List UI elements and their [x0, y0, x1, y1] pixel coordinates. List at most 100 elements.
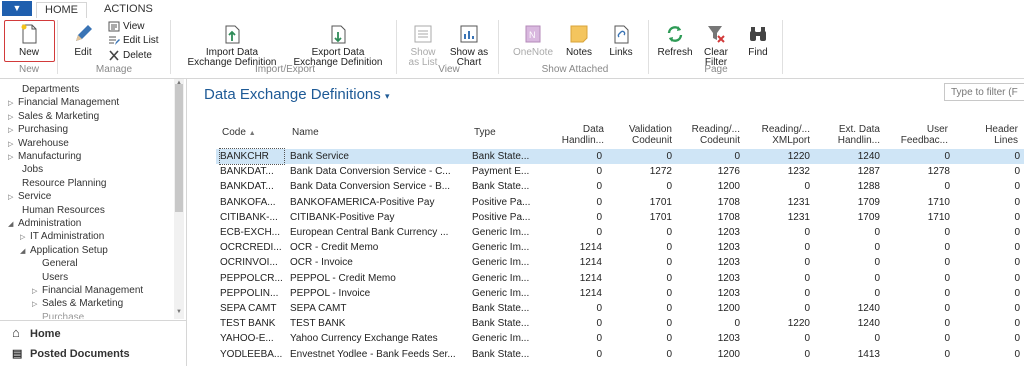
- edit-list-icon: [109, 36, 120, 45]
- nav-item[interactable]: ▷ Financial Management: [8, 96, 119, 109]
- expand-arrow-icon[interactable]: ▷: [20, 231, 30, 244]
- show-as-list-button[interactable]: Show as List: [404, 23, 442, 68]
- import-icon: [225, 25, 240, 44]
- links-button[interactable]: Links: [604, 23, 638, 58]
- refresh-button[interactable]: Refresh: [654, 23, 696, 58]
- edit-list-button[interactable]: Edit List: [108, 34, 159, 47]
- cell-rx: 0: [804, 287, 810, 299]
- nav-scrollbar-thumb[interactable]: [175, 84, 183, 212]
- table-row[interactable]: PEPPOLCR... PEPPOL - Credit Memo Generic I…: [216, 271, 1024, 286]
- expand-arrow-icon[interactable]: ▷: [8, 191, 18, 204]
- show-as-chart-button[interactable]: Show as Chart: [446, 23, 492, 68]
- nav-item[interactable]: ◢ Application Setup: [20, 244, 108, 257]
- nav-item[interactable]: ▷ Purchasing: [8, 123, 68, 136]
- column-header-header-lines[interactable]: Header Lines: [968, 124, 1018, 146]
- table-row[interactable]: TEST BANK TEST BANK Bank State... 0 0 0 1220 12…: [216, 316, 1024, 331]
- table-row[interactable]: SEPA CAMT SEPA CAMT Bank State... 0 0 1200 0 12…: [216, 301, 1024, 316]
- edit-button[interactable]: Edit: [66, 23, 100, 58]
- cell-code: PEPPOLIN...: [220, 287, 279, 299]
- nav-item[interactable]: Users: [32, 271, 68, 284]
- table-row[interactable]: ECB-EXCH... European Central Bank Currenc…: [216, 225, 1024, 240]
- nav-item[interactable]: Purchase: [32, 311, 84, 319]
- expand-arrow-icon[interactable]: ▷: [32, 298, 42, 311]
- expand-arrow-icon[interactable]: ▷: [8, 138, 18, 151]
- new-label: New: [18, 47, 39, 58]
- table-row[interactable]: YODLEEBA... Envestnet Yodlee - Bank Feeds…: [216, 347, 1024, 362]
- app-menu-button[interactable]: ▼: [2, 1, 32, 16]
- nav-item[interactable]: ▷ Manufacturing: [8, 150, 81, 163]
- cell-uf: 1710: [927, 196, 950, 208]
- import-data-exchange-button[interactable]: Import Data Exchange Definition: [180, 23, 284, 68]
- tab-actions[interactable]: ACTIONS: [96, 2, 161, 18]
- scroll-down-arrow-icon[interactable]: ▼: [176, 309, 182, 315]
- list-icon: [414, 25, 432, 43]
- cell-type: Generic Im...: [472, 272, 530, 284]
- column-header-validation-codeunit[interactable]: Validation Codeunit: [610, 124, 672, 146]
- column-header-reading-xmlport[interactable]: Reading/... XMLport: [746, 124, 810, 146]
- nav-item[interactable]: ◢ Administration: [8, 217, 81, 230]
- nav-item[interactable]: ▷ Sales & Marketing: [8, 110, 99, 123]
- scroll-up-arrow-icon[interactable]: ▲: [176, 80, 182, 86]
- clear-filter-button[interactable]: Clear Filter: [698, 23, 734, 68]
- delete-button[interactable]: Delete: [108, 49, 152, 62]
- header-text: Code: [222, 127, 246, 138]
- cell-rc: 1276: [717, 166, 740, 178]
- column-header-data-handling[interactable]: Data Handlin...: [540, 124, 604, 146]
- find-button[interactable]: Find: [740, 23, 776, 58]
- column-header-ext-data-handling[interactable]: Ext. Data Handlin...: [818, 124, 880, 146]
- column-header-code[interactable]: Code ▲: [222, 127, 256, 139]
- table-row[interactable]: PEPPOLIN... PEPPOL - Invoice Generic Im...…: [216, 286, 1024, 301]
- expand-arrow-icon[interactable]: ◢: [20, 245, 30, 258]
- cell-rx: 0: [804, 303, 810, 314]
- cell-ext: 1709: [857, 211, 880, 223]
- nav-item[interactable]: ▷ Financial Management: [32, 284, 143, 297]
- expand-arrow-icon[interactable]: ▷: [8, 124, 18, 137]
- page-title[interactable]: Data Exchange Definitions ▾: [204, 86, 389, 103]
- cell-rc: 1203: [717, 257, 740, 269]
- refresh-icon: [667, 26, 683, 42]
- expand-arrow-icon[interactable]: ▷: [8, 97, 18, 110]
- column-header-reading-codeunit[interactable]: Reading/... Codeunit: [678, 124, 740, 146]
- nav-item[interactable]: Departments: [8, 83, 79, 96]
- nav-item[interactable]: ▷ Service: [8, 190, 51, 203]
- expand-arrow-icon[interactable]: ◢: [8, 218, 18, 231]
- table-row[interactable]: OCRINVOI... OCR - Invoice Generic Im... 121…: [216, 255, 1024, 270]
- nav-item[interactable]: Human Resources: [8, 204, 105, 217]
- table-row[interactable]: CITIBANK-... CITIBANK-Positive Pay Positiv…: [216, 210, 1024, 225]
- nav-item[interactable]: ▷ Warehouse: [8, 137, 69, 150]
- table-row[interactable]: YAHOO-E... Yahoo Currency Exchange Rates G…: [216, 331, 1024, 346]
- cell-code: BANKCHR: [219, 148, 285, 165]
- cell-uf: 0: [944, 181, 950, 193]
- onenote-button[interactable]: N OneNote: [508, 23, 558, 58]
- view-button[interactable]: View: [108, 20, 145, 33]
- table-row[interactable]: BANKDAT... Bank Data Conversion Service -…: [216, 164, 1024, 179]
- nav-item[interactable]: Resource Planning: [8, 177, 107, 190]
- export-data-exchange-button[interactable]: Export Data Exchange Definition: [286, 23, 390, 68]
- table-row[interactable]: BANKCHR Bank Service Bank State... 0 0 0 1220 1…: [216, 148, 1024, 165]
- header-text: Handlin...: [561, 135, 604, 146]
- new-button[interactable]: New: [8, 23, 50, 58]
- nav-item[interactable]: Jobs: [8, 163, 43, 176]
- nav-item[interactable]: ▷ Sales & Marketing: [32, 297, 123, 310]
- link-icon: [614, 25, 629, 44]
- column-header-type[interactable]: Type: [474, 127, 496, 138]
- group-separator: [648, 20, 649, 74]
- nav-home-item[interactable]: ⌂ Home: [12, 325, 61, 340]
- expand-arrow-icon[interactable]: ▷: [8, 151, 18, 164]
- notes-button[interactable]: Notes: [562, 23, 596, 58]
- cell-rx: 1220: [787, 318, 810, 330]
- column-header-name[interactable]: Name: [292, 127, 319, 138]
- nav-posted-documents-item[interactable]: ▤ Posted Documents: [12, 347, 130, 360]
- title-dropdown-icon[interactable]: ▾: [385, 91, 390, 101]
- cell-rx: 1231: [787, 196, 810, 208]
- table-row[interactable]: OCRCREDI... OCR - Credit Memo Generic Im..…: [216, 240, 1024, 255]
- filter-input[interactable]: Type to filter (F: [944, 83, 1024, 101]
- table-row[interactable]: BANKDAT... Bank Data Conversion Service -…: [216, 179, 1024, 194]
- cell-rc: 1708: [717, 196, 740, 208]
- expand-arrow-icon[interactable]: ▷: [32, 285, 42, 298]
- expand-arrow-icon[interactable]: ▷: [8, 111, 18, 124]
- nav-item[interactable]: ▷ IT Administration: [20, 230, 104, 243]
- column-header-user-feedback[interactable]: User Feedbac...: [888, 124, 948, 146]
- nav-item[interactable]: General: [32, 257, 78, 270]
- table-row[interactable]: BANKOFA... BANKOFAMERICA-Positive Pay Posi…: [216, 195, 1024, 210]
